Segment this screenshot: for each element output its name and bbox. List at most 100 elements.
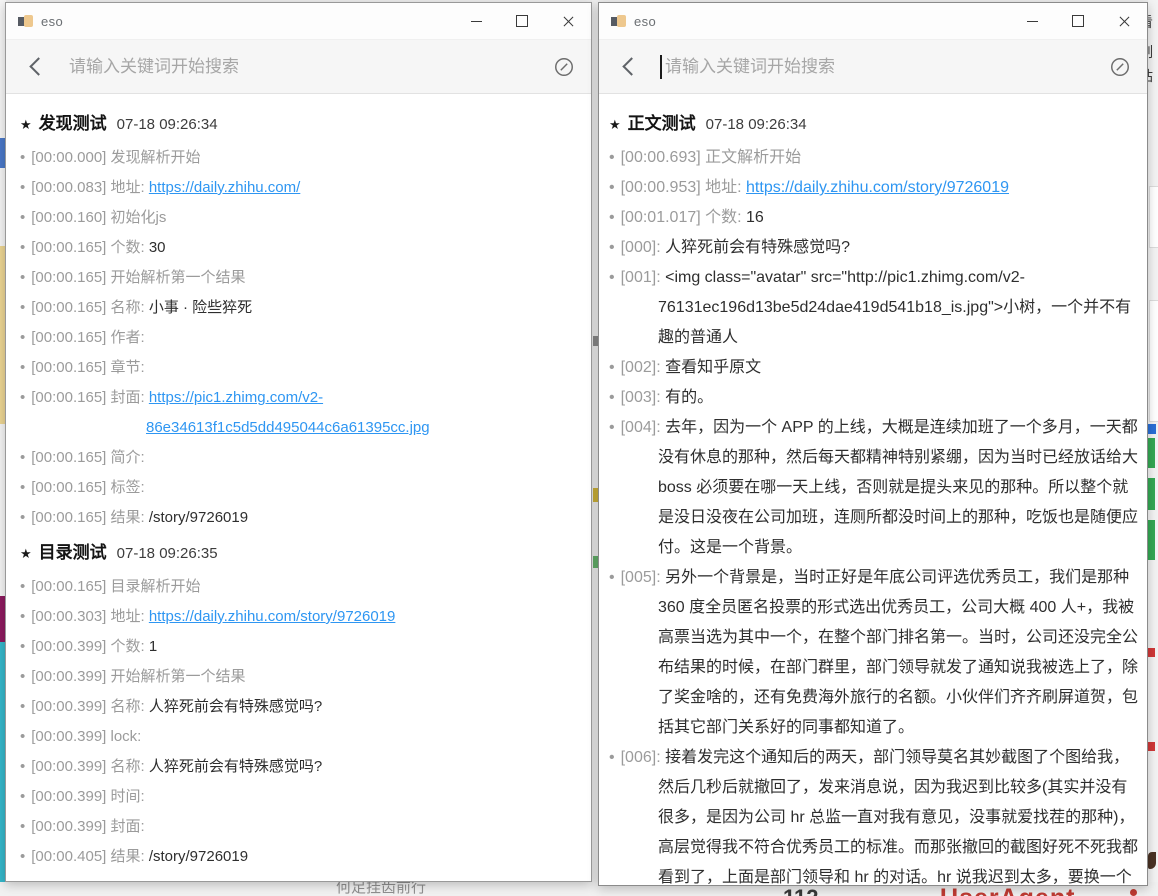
log-text: 开始解析第一个结果 [111, 269, 246, 286]
log-text: 1 [149, 638, 157, 655]
log-entry: •[00:00.165] 结果: /story/9726019 [20, 503, 583, 533]
log-timestamp: [00:00.165] [31, 239, 110, 256]
search-bar [599, 40, 1147, 94]
background-text-fragment: 站 [1148, 66, 1153, 86]
log-text: 另外一个背景是，当时正好是年底公司评选优秀员工，我们是那种 360 度全员匿名投… [658, 569, 1138, 736]
log-entry: •[000]: 人猝死前会有特殊感觉吗? [609, 233, 1139, 263]
log-text: 正文解析开始 [705, 149, 801, 166]
section-title: 发现测试 [39, 114, 107, 133]
search-bar [6, 40, 591, 94]
log-text: 小事 · 险些猝死 [149, 299, 252, 316]
log-text: 查看知乎原文 [665, 359, 761, 376]
log-text: 结果: [111, 509, 149, 526]
log-entry: •[00:01.017] 个数: 16 [609, 203, 1139, 233]
log-text: 人猝死前会有特殊感觉吗? [149, 758, 322, 775]
bullet-icon: • [609, 209, 615, 226]
section-title: 正文测试 [628, 114, 696, 133]
bullet-icon: • [20, 509, 25, 526]
bullet-icon: • [20, 668, 25, 685]
background-text-fragment: 制 [1148, 42, 1153, 62]
log-entry: •[00:00.165] 开始解析第一个结果 [20, 263, 583, 293]
log-timestamp: [00:00.399] [31, 698, 110, 715]
log-section-header: ★正文测试07-18 09:26:34 [609, 108, 1139, 141]
background-text-fragment: 何足挂齿前行 [336, 882, 426, 896]
section-title: 目录测试 [39, 543, 107, 562]
bullet-icon: • [20, 788, 25, 805]
minimize-icon [471, 21, 482, 22]
log-text: 16 [746, 209, 764, 226]
eso-window-right: eso ★正文测试07-18 09:26:34•[00:00.693] 正文解析… [598, 2, 1148, 886]
maximize-icon [1072, 15, 1084, 27]
bullet-icon: • [20, 389, 25, 406]
log-entry: •[00:00.165] 封面: https://pic1.zhimg.com/… [20, 383, 583, 443]
log-entry: •[00:00.165] 个数: 30 [20, 233, 583, 263]
close-icon [562, 15, 575, 28]
log-text: 地址: [705, 179, 746, 196]
close-button[interactable] [1101, 3, 1147, 39]
log-entry: •[004]: 去年，因为一个 APP 的上线，大概是连续加班了一个多月，一天都… [609, 413, 1139, 563]
log-entry: •[00:00.399] 名称: 人猝死前会有特殊感觉吗? [20, 752, 583, 782]
log-text: 章节: [111, 359, 145, 376]
log-entry: •[00:00.303] 地址: https://daily.zhihu.com… [20, 602, 583, 632]
maximize-button[interactable] [1055, 3, 1101, 39]
log-link[interactable]: https://daily.zhihu.com/story/9726019 [149, 608, 396, 625]
log-text: <img class="avatar" src="http://pic1.zhi… [658, 269, 1131, 346]
section-timestamp: 07-18 09:26:35 [117, 545, 218, 562]
background-fragment [1149, 186, 1158, 248]
log-output: ★发现测试07-18 09:26:34•[00:00.000] 发现解析开始•[… [6, 94, 591, 881]
log-text: 目录解析开始 [111, 578, 201, 595]
bullet-icon: • [609, 359, 615, 376]
log-text: 个数: [111, 239, 149, 256]
bullet-icon: • [20, 728, 25, 745]
log-timestamp: [00:00.083] [31, 179, 110, 196]
compass-icon[interactable] [553, 56, 575, 78]
search-input[interactable] [67, 56, 545, 78]
log-link[interactable]: https://pic1.zhimg.com/v2-86e34613f1c5d5… [146, 389, 430, 436]
bullet-icon: • [609, 179, 615, 196]
log-text: 有的。 [665, 389, 713, 406]
log-timestamp: [00:00.160] [31, 209, 110, 226]
log-timestamp: [00:00.693] [621, 149, 706, 166]
log-timestamp: [00:00.399] [31, 668, 110, 685]
log-text: 地址: [111, 608, 149, 625]
log-text: 作者: [111, 329, 145, 346]
minimize-button[interactable] [1009, 3, 1055, 39]
log-entry: •[00:00.000] 发现解析开始 [20, 143, 583, 173]
log-timestamp: [00:00.165] [31, 578, 110, 595]
bullet-icon: • [20, 149, 25, 166]
minimize-button[interactable] [453, 3, 499, 39]
back-icon[interactable] [29, 57, 47, 75]
bullet-icon: • [20, 209, 25, 226]
background-fragment [1130, 889, 1137, 896]
log-entry: • [00:00.160] 初始化js [20, 203, 583, 233]
log-timestamp: [000]: [621, 239, 665, 256]
compass-icon[interactable] [1109, 56, 1131, 78]
log-text: 开始解析第一个结果 [111, 668, 246, 685]
log-text: 初始化js [111, 209, 167, 226]
background-right-strip: 看 制 站 [1148, 0, 1158, 896]
log-text: 个数: [111, 638, 149, 655]
log-text: 时间: [111, 788, 145, 805]
log-timestamp: [00:00.165] [31, 479, 110, 496]
log-link[interactable]: https://daily.zhihu.com/ [149, 179, 300, 196]
log-entry: •[00:00.165] 标签: [20, 473, 583, 503]
log-timestamp: [00:00.165] [31, 299, 110, 316]
star-icon: ★ [609, 117, 621, 132]
maximize-button[interactable] [499, 3, 545, 39]
app-icon [611, 14, 626, 29]
log-section-header: ★目录测试07-18 09:26:35 [20, 537, 583, 570]
log-entry: •[00:00.399] 名称: 人猝死前会有特殊感觉吗? [20, 692, 583, 722]
app-icon [18, 14, 33, 29]
close-button[interactable] [545, 3, 591, 39]
search-input[interactable] [663, 56, 1101, 78]
log-link[interactable]: https://daily.zhihu.com/story/9726019 [746, 179, 1009, 196]
window-controls [453, 3, 591, 39]
log-timestamp: [00:00.399] [31, 638, 110, 655]
log-text: 名称: [111, 698, 149, 715]
window-controls [1009, 3, 1147, 39]
log-output: ★正文测试07-18 09:26:34•[00:00.693] 正文解析开始•[… [599, 94, 1147, 885]
log-text: 名称: [111, 299, 149, 316]
log-timestamp: [00:00.303] [31, 608, 110, 625]
back-icon[interactable] [622, 57, 640, 75]
log-entry: •[00:00.399] lock: [20, 722, 583, 752]
